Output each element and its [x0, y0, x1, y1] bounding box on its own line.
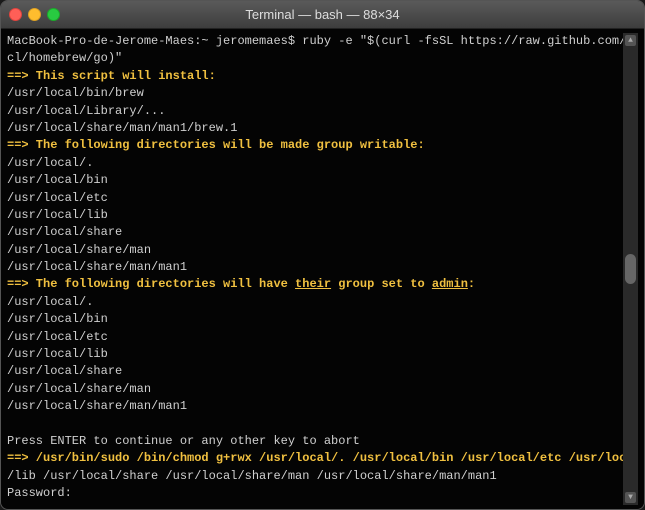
terminal-line: /usr/local/. [7, 294, 607, 311]
terminal-line: ==> /usr/bin/sudo /bin/chmod g+rwx /usr/… [7, 450, 607, 467]
terminal-window: Terminal — bash — 88×34 MacBook-Pro-de-J… [0, 0, 645, 510]
terminal-line: MacBook-Pro-de-Jerome-Maes:~ jeromemaes$… [7, 33, 607, 50]
terminal-line: /usr/local/etc [7, 190, 607, 207]
window-title: Terminal — bash — 88×34 [245, 7, 399, 22]
terminal-line: /usr/local/share/man [7, 242, 607, 259]
terminal-line: /usr/local/share/man/man1/brew.1 [7, 120, 607, 137]
title-bar: Terminal — bash — 88×34 [1, 1, 644, 29]
terminal-line: ==> The following directories will have … [7, 276, 607, 293]
maximize-button[interactable] [47, 8, 60, 21]
terminal-line: Password: [7, 485, 607, 502]
terminal-line: /usr/local/share/man/man1 [7, 259, 607, 276]
terminal-line: Press ENTER to continue or any other key… [7, 433, 607, 450]
scrollbar-thumb[interactable] [625, 254, 636, 284]
terminal-line: ==> /usr/bin/sudo /usr/bin/chgrp admin /… [7, 503, 607, 505]
terminal-line: /usr/local/bin/brew [7, 85, 607, 102]
terminal-line: /usr/local/lib [7, 346, 607, 363]
terminal-line: ==> The following directories will be ma… [7, 137, 607, 154]
terminal-body[interactable]: MacBook-Pro-de-Jerome-Maes:~ jeromemaes$… [1, 29, 644, 509]
minimize-button[interactable] [28, 8, 41, 21]
scroll-down-arrow[interactable]: ▼ [625, 492, 636, 503]
traffic-lights [9, 8, 60, 21]
terminal-line: /lib /usr/local/share /usr/local/share/m… [7, 468, 607, 485]
terminal-line: /usr/local/etc [7, 329, 607, 346]
terminal-line: /usr/local/Library/... [7, 103, 607, 120]
terminal-line: cl/homebrew/go)" [7, 50, 607, 67]
terminal-line: /usr/local/share [7, 224, 607, 241]
terminal-content: MacBook-Pro-de-Jerome-Maes:~ jeromemaes$… [7, 33, 623, 505]
close-button[interactable] [9, 8, 22, 21]
terminal-line: /usr/local/bin [7, 311, 607, 328]
terminal-line: ==> This script will install: [7, 68, 607, 85]
terminal-line: /usr/local/. [7, 155, 607, 172]
terminal-line: /usr/local/share [7, 363, 607, 380]
scrollbar[interactable]: ▲ ▼ [623, 33, 638, 505]
terminal-line [7, 416, 607, 433]
terminal-line: /usr/local/lib [7, 207, 607, 224]
scroll-up-arrow[interactable]: ▲ [625, 35, 636, 46]
terminal-line: /usr/local/share/man/man1 [7, 398, 607, 415]
terminal-line: /usr/local/bin [7, 172, 607, 189]
terminal-line: /usr/local/share/man [7, 381, 607, 398]
